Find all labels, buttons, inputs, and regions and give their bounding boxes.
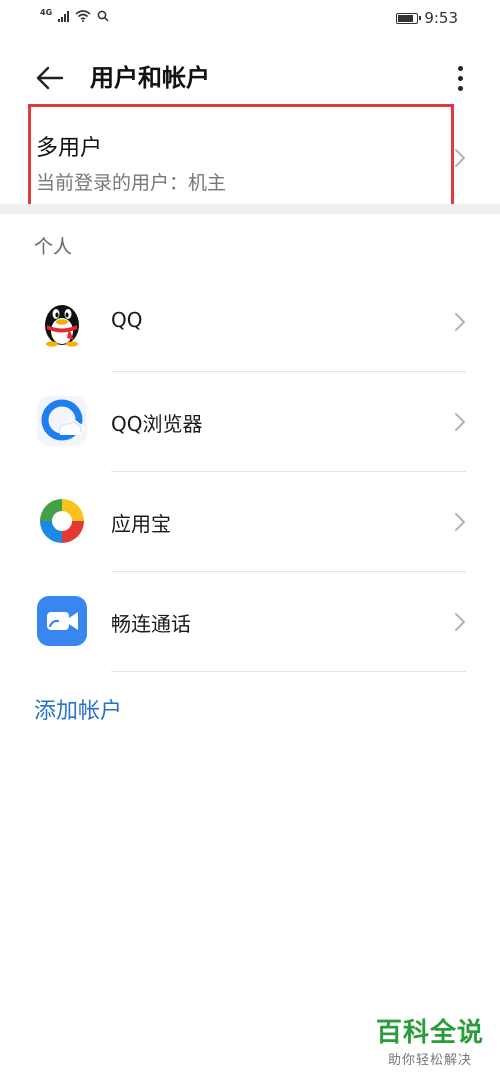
battery-icon [396,12,422,24]
more-dot-icon [457,65,463,71]
search-icon [97,10,109,22]
account-row-qq[interactable]: QQ [0,272,500,372]
account-name: 应用宝 [111,512,171,536]
battery-level [398,14,413,22]
more-options-button[interactable] [452,60,468,96]
baike-watermark: 百科全说 助你轻松解决 [376,1012,484,1068]
qq-browser-icon [37,396,87,446]
account-row-qq-browser[interactable]: QQ浏览器 [0,372,500,472]
chevron-right-icon [455,613,465,631]
network-type: 4G [40,7,53,17]
add-account-link[interactable]: 添加帐户 [34,693,122,725]
page-title: 用户和帐户 [90,64,210,92]
section-header-personal: 个人 [34,236,73,258]
account-name: QQ [111,308,143,332]
multi-user-title: 多用户 [36,136,103,161]
chevron-right-icon [455,513,465,531]
account-name: QQ浏览器 [111,412,203,436]
watermark-subtitle: 助你轻松解决 [387,1053,472,1068]
account-list: QQ QQ浏览器 应用宝 畅连通话 [0,272,500,672]
more-dot-icon [457,85,463,91]
arrow-left-icon [36,66,64,90]
more-dot-icon [457,75,463,81]
account-row-app-store[interactable]: 应用宝 [0,472,500,572]
app-header: 用户和帐户 [0,50,500,106]
wifi-icon [75,10,91,22]
status-bar: 4G 9:53 [0,0,500,36]
video-call-icon [37,596,87,646]
multi-user-item[interactable]: 多用户 当前登录的用户：机主 [0,104,500,214]
chevron-right-icon [455,313,465,331]
chevron-right-icon [455,149,465,167]
account-name: 畅连通话 [111,612,191,636]
status-left: 4G [40,7,109,22]
signal-icon [58,10,70,22]
account-row-video-call[interactable]: 畅连通话 [0,572,500,672]
clock: 9:53 [424,9,458,27]
app-store-icon [40,499,84,543]
back-button[interactable] [34,62,66,94]
current-user-label: 当前登录的用户：机主 [36,172,227,194]
qq-penguin-icon [45,305,79,347]
watermark-title: 百科全说 [375,1018,484,1048]
row-divider [111,671,466,672]
chevron-right-icon [455,413,465,431]
section-divider [0,204,500,214]
status-right: 9:53 [396,9,458,27]
